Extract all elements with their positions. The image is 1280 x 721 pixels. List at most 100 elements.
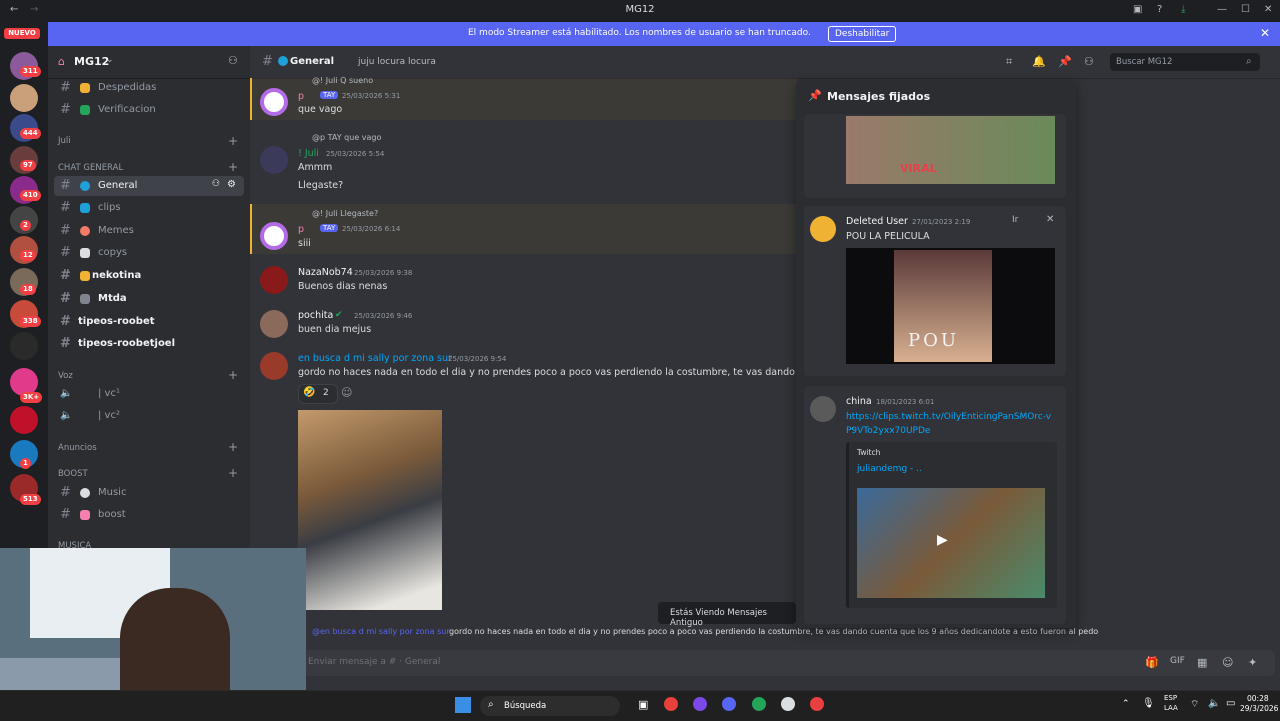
channel-item-mtda[interactable]: # Mtda [54,289,244,309]
video-embed[interactable]: POU [846,248,1055,364]
gear-icon[interactable]: ⚙ [227,179,236,190]
tray-chevron-icon[interactable]: ⌃ [1122,699,1130,709]
add-member-icon[interactable]: ⚇ [228,54,238,67]
channel-item-clips[interactable]: # clips [54,198,244,218]
server-icon[interactable] [10,406,38,434]
play-icon[interactable]: ▶ [937,532,948,548]
add-channel-icon[interactable]: + [228,160,238,174]
avatar[interactable] [260,222,288,250]
category-boost[interactable]: BOOST [58,469,88,479]
threads-icon[interactable]: ⌗ [1006,55,1012,69]
old-messages-notice[interactable]: Estás Viendo Mensajes Antiguo [658,602,796,628]
taskbar-search[interactable]: ⌕ Búsqueda [480,696,620,716]
chrome-icon[interactable] [664,697,678,711]
pinned-item[interactable]: VIRAL [804,114,1066,198]
pinned-author[interactable]: Deleted User [846,216,908,227]
app-icon[interactable] [781,697,795,711]
members-icon[interactable]: ⚇ [1084,55,1094,68]
battery-icon[interactable]: ▭ [1226,698,1235,709]
volume-icon[interactable]: 🔈 [1208,698,1220,709]
channel-item-copys[interactable]: # copys [54,243,244,263]
embed-title[interactable]: juliandemg - .. [857,464,922,474]
search-input[interactable]: Buscar MG12 ⌕ [1110,53,1260,71]
pinned-item[interactable]: china 18/01/2023 6:01 https://clips.twit… [804,386,1066,624]
reply-preview[interactable]: @p TAY que vago [312,133,381,142]
gif-icon[interactable]: GIF [1170,656,1185,666]
avatar[interactable] [260,310,288,338]
wifi-icon[interactable]: ⌔ [1190,698,1199,711]
pinned-image[interactable]: VIRAL [846,116,1055,184]
maximize-icon[interactable]: ☐ [1241,4,1250,15]
task-view-icon[interactable]: ▣ [638,698,648,711]
browser-icon[interactable] [752,697,766,711]
category-juli[interactable]: Juli [58,136,71,146]
avatar[interactable] [810,396,836,422]
clock-time[interactable]: 00:28 [1247,694,1269,703]
discord-icon[interactable] [722,697,736,711]
screen-icon[interactable]: ▣ [1133,4,1142,15]
pin-icon[interactable]: 📌 [1058,55,1072,68]
gift-icon[interactable]: 🎁 [1145,656,1159,669]
app-icon[interactable] [693,697,707,711]
channel-topic[interactable]: juju locura locura [358,57,436,67]
voice-channel-vc1[interactable]: 🔈 | vc¹ [54,384,244,404]
reply-preview[interactable]: @! Juli Q sueno [312,76,373,85]
message-author[interactable]: NazaNob74 [298,267,353,278]
twitch-link[interactable]: https://clips.twitch.tv/OilyEnticingPanS… [846,410,1056,438]
download-icon[interactable]: ⤓ [1181,4,1185,15]
channel-item-boost[interactable]: # boost [54,505,244,525]
add-channel-icon[interactable]: + [228,368,238,382]
channel-item-general[interactable]: # General ⚇ ⚙ [54,176,244,196]
avatar[interactable] [260,352,288,380]
message-author[interactable]: ! Juli [298,148,319,159]
invite-icon[interactable]: ⚇ [212,179,220,189]
add-reaction-icon[interactable]: ☺ [341,386,352,399]
embed-video[interactable]: ▶ [857,488,1045,598]
help-icon[interactable]: ? [1157,4,1162,15]
message-author[interactable]: en busca d mi sally por zona sur [298,353,452,364]
sticker-icon[interactable]: ▦ [1197,656,1207,669]
message-composer[interactable]: Enviar mensaje a # · General 🎁 GIF ▦ ☺ ✦ [300,650,1275,676]
apps-icon[interactable]: ✦ [1248,656,1257,669]
server-icon[interactable] [10,84,38,112]
close-banner-icon[interactable]: ✕ [1260,26,1270,40]
cat-image[interactable] [298,410,442,610]
pinned-item[interactable]: Deleted User 27/01/2023 2:19 POU LA PELI… [804,206,1066,376]
channel-item-verificacion[interactable]: # Verificacion [54,100,244,120]
avatar[interactable] [260,88,288,116]
add-channel-icon[interactable]: + [228,440,238,454]
add-channel-icon[interactable]: + [228,466,238,480]
bell-icon[interactable]: 🔔 [1032,55,1046,68]
add-channel-icon[interactable]: + [228,134,238,148]
avatar[interactable] [810,216,836,242]
mic-icon[interactable]: 🎙 [1142,698,1155,709]
server-icon[interactable] [10,332,38,360]
message-author[interactable]: p [298,91,304,102]
channel-item-tipeos-roobet[interactable]: # tipeos-roobet [54,312,244,332]
server-header[interactable]: ⌂ MG12 ⌄ ⚇ [48,46,250,79]
category-anuncios[interactable]: Anuncios [58,443,97,453]
language-indicator[interactable]: ESP [1164,694,1177,702]
disable-streamer-button[interactable]: Deshabilitar [828,26,897,42]
channel-item-tipeos-roobetjoel[interactable]: # tipeos-roobetjoel [54,334,244,354]
avatar[interactable] [260,146,288,174]
emoji-picker-icon[interactable]: ☺ [1222,656,1233,669]
jump-button[interactable]: Ir [1012,215,1018,225]
avatar[interactable] [260,266,288,294]
reaction-pill[interactable]: 🤣 2 [298,384,338,404]
windows-start-icon[interactable] [455,697,471,713]
voice-channel-vc2[interactable]: 🔈 | vc² [54,406,244,426]
reply-preview[interactable]: @! Juli Llegaste? [312,209,378,218]
app-icon[interactable] [810,697,824,711]
category-chat-general[interactable]: CHAT GENERAL [58,163,123,173]
close-window-icon[interactable]: ✕ [1264,4,1272,15]
pinned-author[interactable]: china [846,396,872,407]
unpin-icon[interactable]: ✕ [1046,214,1054,225]
message-author[interactable]: p [298,224,304,235]
channel-item-memes[interactable]: # Memes [54,221,244,241]
channel-item-despedidas[interactable]: # Despedidas [54,78,244,98]
channel-item-nekotina[interactable]: # nekotina [54,266,244,286]
channel-item-music[interactable]: # Music [54,483,244,503]
category-voz[interactable]: Voz [58,371,73,381]
message-author[interactable]: pochita [298,310,333,321]
